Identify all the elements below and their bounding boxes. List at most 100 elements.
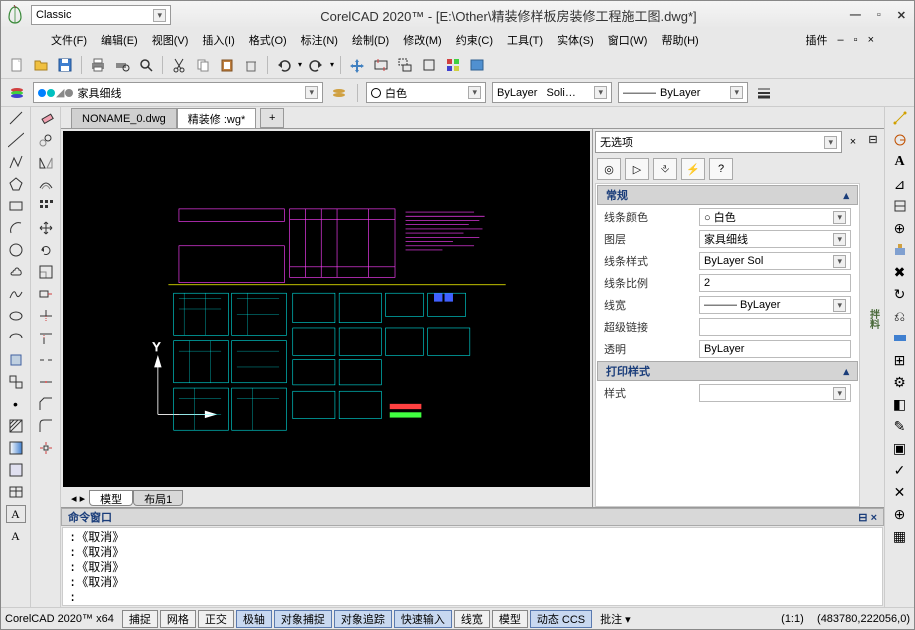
file-tab[interactable]: 精装修 :wg* [177,108,256,128]
arc-tool[interactable] [6,219,26,237]
status-toggle[interactable]: 正交 [198,610,234,628]
area-tool[interactable] [890,131,910,149]
copy-tool[interactable] [36,131,56,149]
menu-item[interactable]: 修改(M) [403,32,442,48]
extend-tool[interactable] [36,329,56,347]
menu-item[interactable]: 约束(C) [456,32,493,48]
load-app-tool[interactable]: ▦ [890,527,910,545]
property-value[interactable]: ▾ [699,384,851,402]
property-value[interactable]: ByLayer [699,340,851,358]
move-tool[interactable] [36,219,56,237]
annotation-scale[interactable]: 批注 ▾ [600,611,631,627]
props-section-print[interactable]: 打印样式▴ [597,361,858,381]
new-button[interactable] [7,55,27,75]
menu-item[interactable]: 工具(T) [507,32,543,48]
quick-select-button[interactable]: ⎀ [653,158,677,180]
ellipse-arc-tool[interactable] [6,329,26,347]
property-value[interactable]: 2 [699,274,851,292]
selection-filter[interactable]: 无选项 ▾ [595,131,842,153]
trim-tool[interactable] [36,307,56,325]
script-tool[interactable]: ✎ [890,417,910,435]
rotate-tool[interactable] [36,241,56,259]
pan-button[interactable] [347,55,367,75]
polygon-tool[interactable] [6,175,26,193]
gradient-tool[interactable] [6,439,26,457]
close-button[interactable]: ✕ [893,9,910,22]
property-value[interactable]: ○ 白色▾ [699,208,851,226]
status-toggle[interactable]: 对象追踪 [334,610,392,628]
property-value[interactable]: ByLayer Sol▾ [699,252,851,270]
named-views-button[interactable] [443,55,463,75]
status-toggle[interactable]: 网格 [160,610,196,628]
add-plugin-tool[interactable]: ⊕ [890,505,910,523]
cmd-pin-button[interactable]: ⊟ [858,512,867,524]
recover-tool[interactable]: ⎌ [890,307,910,325]
open-button[interactable] [31,55,51,75]
panel-pin-button[interactable]: ⊟ [868,129,877,149]
menu-item[interactable]: 标注(N) [301,32,338,48]
menu-item[interactable]: 格式(O) [249,32,287,48]
menu-item[interactable]: 帮助(H) [661,32,698,48]
menu-item[interactable]: 实体(S) [557,32,594,48]
zoom-previous-button[interactable] [419,55,439,75]
filter-button[interactable]: ⚡ [681,158,705,180]
add-tab-button[interactable]: + [260,108,284,128]
fillet-tool[interactable] [36,417,56,435]
menu-item[interactable]: 绘制(D) [352,32,389,48]
lineweight-selector[interactable]: ——— ByLayer ▾ [618,82,748,103]
menu-item[interactable]: 编辑(E) [101,32,138,48]
props-section-general[interactable]: 常规▴ [597,185,858,205]
hatch-tool[interactable] [6,417,26,435]
audit-tool[interactable]: ↻ [890,285,910,303]
workspace-selector[interactable]: Classic ▾ [31,5,171,25]
linetype-selector[interactable]: ByLayer Soli… ▾ [492,82,612,103]
menu-item[interactable]: 插入(I) [202,32,234,48]
copy-button[interactable] [193,55,213,75]
property-value[interactable] [699,318,851,336]
zoom-window-button[interactable] [395,55,415,75]
stretch-tool[interactable] [36,285,56,303]
save-button[interactable] [55,55,75,75]
purge-tool[interactable]: ✖ [890,263,910,281]
mdi-close-button[interactable]: × [868,34,874,46]
print-button[interactable] [88,55,108,75]
table-tool[interactable] [6,483,26,501]
undo-button[interactable] [274,55,294,75]
layer-manager-button[interactable] [7,83,27,103]
explode-tool[interactable] [36,439,56,457]
lineweight-settings-button[interactable] [754,83,774,103]
options-button[interactable] [467,55,487,75]
line-tool[interactable] [6,109,26,127]
status-toggle[interactable]: 线宽 [454,610,490,628]
undo-dropdown[interactable]: ▾ [298,60,302,69]
mdi-restore-button[interactable]: ▫ [854,34,858,46]
array-tool[interactable] [36,197,56,215]
ellipse-tool[interactable] [6,307,26,325]
circle-tool[interactable] [6,241,26,259]
erase-tool[interactable] [36,109,56,127]
distance-tool[interactable] [890,109,910,127]
units-tool[interactable] [890,329,910,347]
drawing-props-tool[interactable]: ⊞ [890,351,910,369]
chamfer-tool[interactable] [36,395,56,413]
menu-item[interactable]: 窗口(W) [608,32,648,48]
customize-tool[interactable]: ◧ [890,395,910,413]
delete-button[interactable] [241,55,261,75]
layer-selector[interactable]: ◢ 家具细线 ▾ [33,82,323,103]
drawing-canvas[interactable]: Y [63,131,590,487]
layer-translate-tool[interactable]: ✕ [890,483,910,501]
polyline-tool[interactable] [6,153,26,171]
property-value[interactable]: 家具细线▾ [699,230,851,248]
file-tab[interactable]: NONAME_0.dwg [71,108,177,128]
join-tool[interactable] [36,373,56,391]
clean-tool[interactable] [890,241,910,259]
layout-tab[interactable]: 布局1 [133,490,183,506]
menu-item[interactable]: 视图(V) [152,32,189,48]
maximize-button[interactable]: ▫ [873,9,885,22]
minimize-button[interactable]: — [846,9,865,22]
paste-button[interactable] [217,55,237,75]
mass-tool[interactable]: A [890,153,910,171]
rectangle-tool[interactable] [6,197,26,215]
revision-cloud-tool[interactable] [6,263,26,281]
redo-dropdown[interactable]: ▾ [330,60,334,69]
